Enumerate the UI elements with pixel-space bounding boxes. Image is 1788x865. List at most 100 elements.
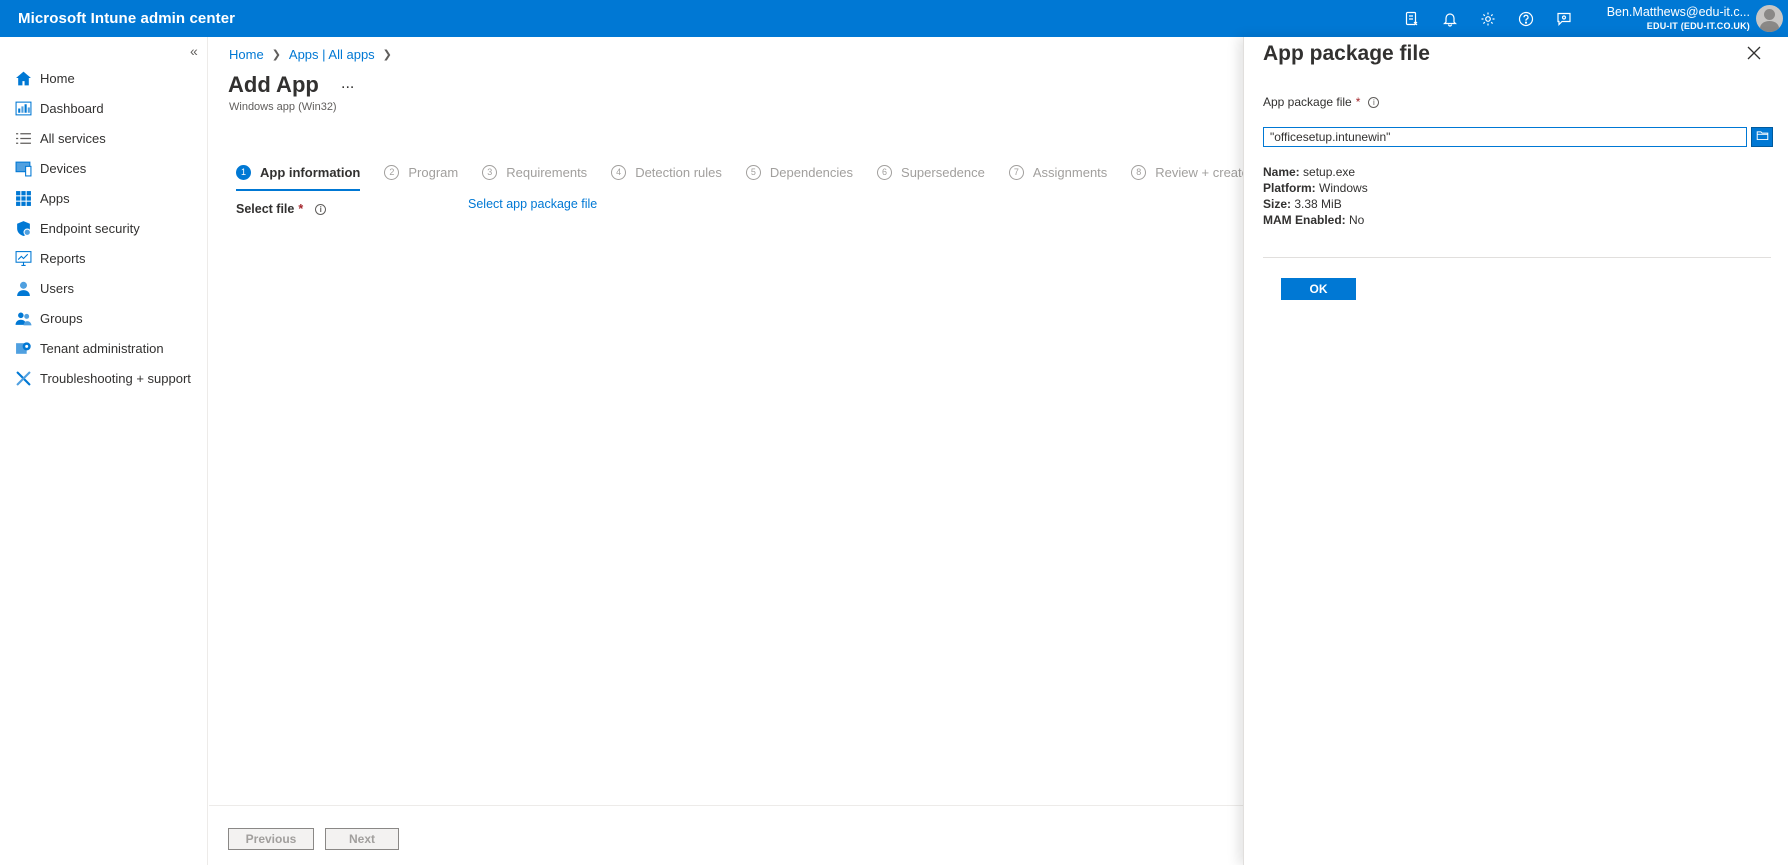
user-name: Ben.Matthews@edu-it.c... xyxy=(1606,5,1750,19)
step-label: Assignments xyxy=(1032,164,1108,180)
page-subtitle: Windows app (Win32) xyxy=(229,101,337,113)
step-label: Requirements xyxy=(506,164,588,180)
select-file-text: Select file xyxy=(236,202,295,216)
meta-key: MAM Enabled: xyxy=(1263,213,1346,227)
meta-platform-row: Platform: Windows xyxy=(1263,180,1368,196)
sidebar-item-label: All services xyxy=(40,130,106,146)
main-content: Home ❯ Apps | All apps ❯ Add App ... Win… xyxy=(209,37,1249,865)
tenant-admin-icon xyxy=(14,339,32,357)
groups-icon xyxy=(14,309,32,327)
next-button[interactable]: Next xyxy=(325,828,399,850)
close-icon[interactable] xyxy=(1746,45,1762,61)
sidebar-item-dashboard[interactable]: Dashboard xyxy=(0,93,208,123)
header-icon-group xyxy=(1393,0,1583,37)
browse-folder-button[interactable] xyxy=(1751,127,1773,147)
more-options-button[interactable]: ... xyxy=(341,75,354,93)
tab-review-create[interactable]: 8 Review + create xyxy=(1131,159,1249,185)
meta-key: Name: xyxy=(1263,165,1300,179)
sidebar-item-troubleshooting[interactable]: Troubleshooting + support xyxy=(0,363,208,393)
sidebar-item-label: Dashboard xyxy=(40,100,104,116)
meta-key: Platform: xyxy=(1263,181,1316,195)
app-package-file-panel: App package file App package file * i Na… xyxy=(1243,37,1788,865)
sidebar-item-label: Tenant administration xyxy=(40,340,164,356)
feedback-icon[interactable] xyxy=(1545,0,1583,37)
sidebar-item-label: Reports xyxy=(40,250,86,266)
tab-supersedence[interactable]: 6 Supersedence xyxy=(877,159,985,185)
wizard-footer: Previous Next xyxy=(209,805,1243,865)
step-number: 1 xyxy=(236,164,251,180)
home-icon xyxy=(14,69,32,87)
sidebar-item-apps[interactable]: Apps xyxy=(0,183,208,213)
meta-value: Windows xyxy=(1319,181,1368,195)
tab-detection-rules[interactable]: 4 Detection rules xyxy=(611,159,722,185)
wizard-steps: 1 App information 2 Program 3 Requiremen… xyxy=(236,159,1273,191)
step-label: Dependencies xyxy=(769,164,854,180)
sidebar-item-groups[interactable]: Groups xyxy=(0,303,208,333)
sidebar-item-users[interactable]: Users xyxy=(0,273,208,303)
meta-name-row: Name: setup.exe xyxy=(1263,164,1368,180)
select-file-label: Select file * i xyxy=(236,202,327,216)
app-title[interactable]: Microsoft Intune admin center xyxy=(18,10,235,27)
info-icon[interactable]: i xyxy=(1368,96,1380,108)
tab-app-information[interactable]: 1 App information xyxy=(236,159,361,191)
sidebar-item-label: Troubleshooting + support xyxy=(40,370,191,386)
required-marker: * xyxy=(1355,95,1361,109)
meta-value: No xyxy=(1349,213,1365,227)
sidebar-item-label: Groups xyxy=(40,310,83,326)
avatar[interactable] xyxy=(1756,5,1783,32)
step-number: 8 xyxy=(1131,164,1147,180)
required-marker: * xyxy=(298,202,304,216)
step-label: Program xyxy=(408,164,459,180)
user-icon xyxy=(14,279,32,297)
field-label-text: App package file xyxy=(1263,95,1352,109)
chevron-right-icon: ❯ xyxy=(382,49,392,61)
sidebar-item-home[interactable]: Home xyxy=(0,63,208,93)
sidebar-item-tenant-administration[interactable]: Tenant administration xyxy=(0,333,208,363)
step-number: 4 xyxy=(611,164,627,180)
account-info[interactable]: Ben.Matthews@edu-it.c... EDU-IT (EDU-IT.… xyxy=(1607,5,1750,33)
tab-program[interactable]: 2 Program xyxy=(384,159,458,185)
ok-button[interactable]: OK xyxy=(1281,278,1356,300)
tab-dependencies[interactable]: 5 Dependencies xyxy=(745,159,854,185)
tab-requirements[interactable]: 3 Requirements xyxy=(482,159,587,185)
meta-value: 3.38 MiB xyxy=(1294,197,1342,211)
sidebar-item-label: Devices xyxy=(40,160,87,176)
left-navigation: « Home Dashboard All services Devices Ap… xyxy=(0,37,208,865)
sidebar-item-reports[interactable]: Reports xyxy=(0,243,208,273)
dashboard-icon xyxy=(14,99,32,117)
step-label: Review + create xyxy=(1155,164,1249,180)
breadcrumb: Home ❯ Apps | All apps ❯ xyxy=(229,47,400,62)
tab-assignments[interactable]: 7 Assignments xyxy=(1008,159,1108,185)
tenant-name: EDU-IT (EDU-IT.CO.UK) xyxy=(1646,21,1750,31)
step-number: 3 xyxy=(482,164,498,180)
bell-icon[interactable] xyxy=(1431,0,1469,37)
step-label: Supersedence xyxy=(901,164,985,180)
panel-title: App package file xyxy=(1263,42,1430,65)
sidebar-item-all-services[interactable]: All services xyxy=(0,123,208,153)
sidebar-item-label: Apps xyxy=(40,190,70,206)
sidebar-item-endpoint-security[interactable]: Endpoint security xyxy=(0,213,208,243)
sidebar-item-devices[interactable]: Devices xyxy=(0,153,208,183)
devices-icon xyxy=(14,159,32,177)
step-number: 5 xyxy=(745,164,761,180)
collapse-nav-button[interactable]: « xyxy=(190,43,198,59)
top-header-bar: Microsoft Intune admin center Ben.Matthe… xyxy=(0,0,1788,37)
previous-button[interactable]: Previous xyxy=(228,828,314,850)
sidebar-item-label: Users xyxy=(40,280,74,296)
step-label: Detection rules xyxy=(635,164,722,180)
breadcrumb-apps[interactable]: Apps | All apps xyxy=(289,47,375,62)
info-icon[interactable]: i xyxy=(315,203,327,215)
page-title: Add App xyxy=(228,72,319,97)
select-app-package-link[interactable]: Select app package file xyxy=(468,197,597,211)
step-number: 6 xyxy=(877,164,893,180)
breadcrumb-home[interactable]: Home xyxy=(229,47,264,62)
remote-help-icon[interactable] xyxy=(1393,0,1431,37)
help-icon[interactable] xyxy=(1507,0,1545,37)
step-number: 7 xyxy=(1008,164,1024,180)
meta-value: setup.exe xyxy=(1303,165,1356,179)
step-label: App information xyxy=(260,164,361,180)
list-icon xyxy=(14,129,32,147)
package-metadata: Name: setup.exe Platform: Windows Size: … xyxy=(1263,164,1368,228)
app-package-file-input[interactable] xyxy=(1263,127,1747,147)
gear-icon[interactable] xyxy=(1469,0,1507,37)
